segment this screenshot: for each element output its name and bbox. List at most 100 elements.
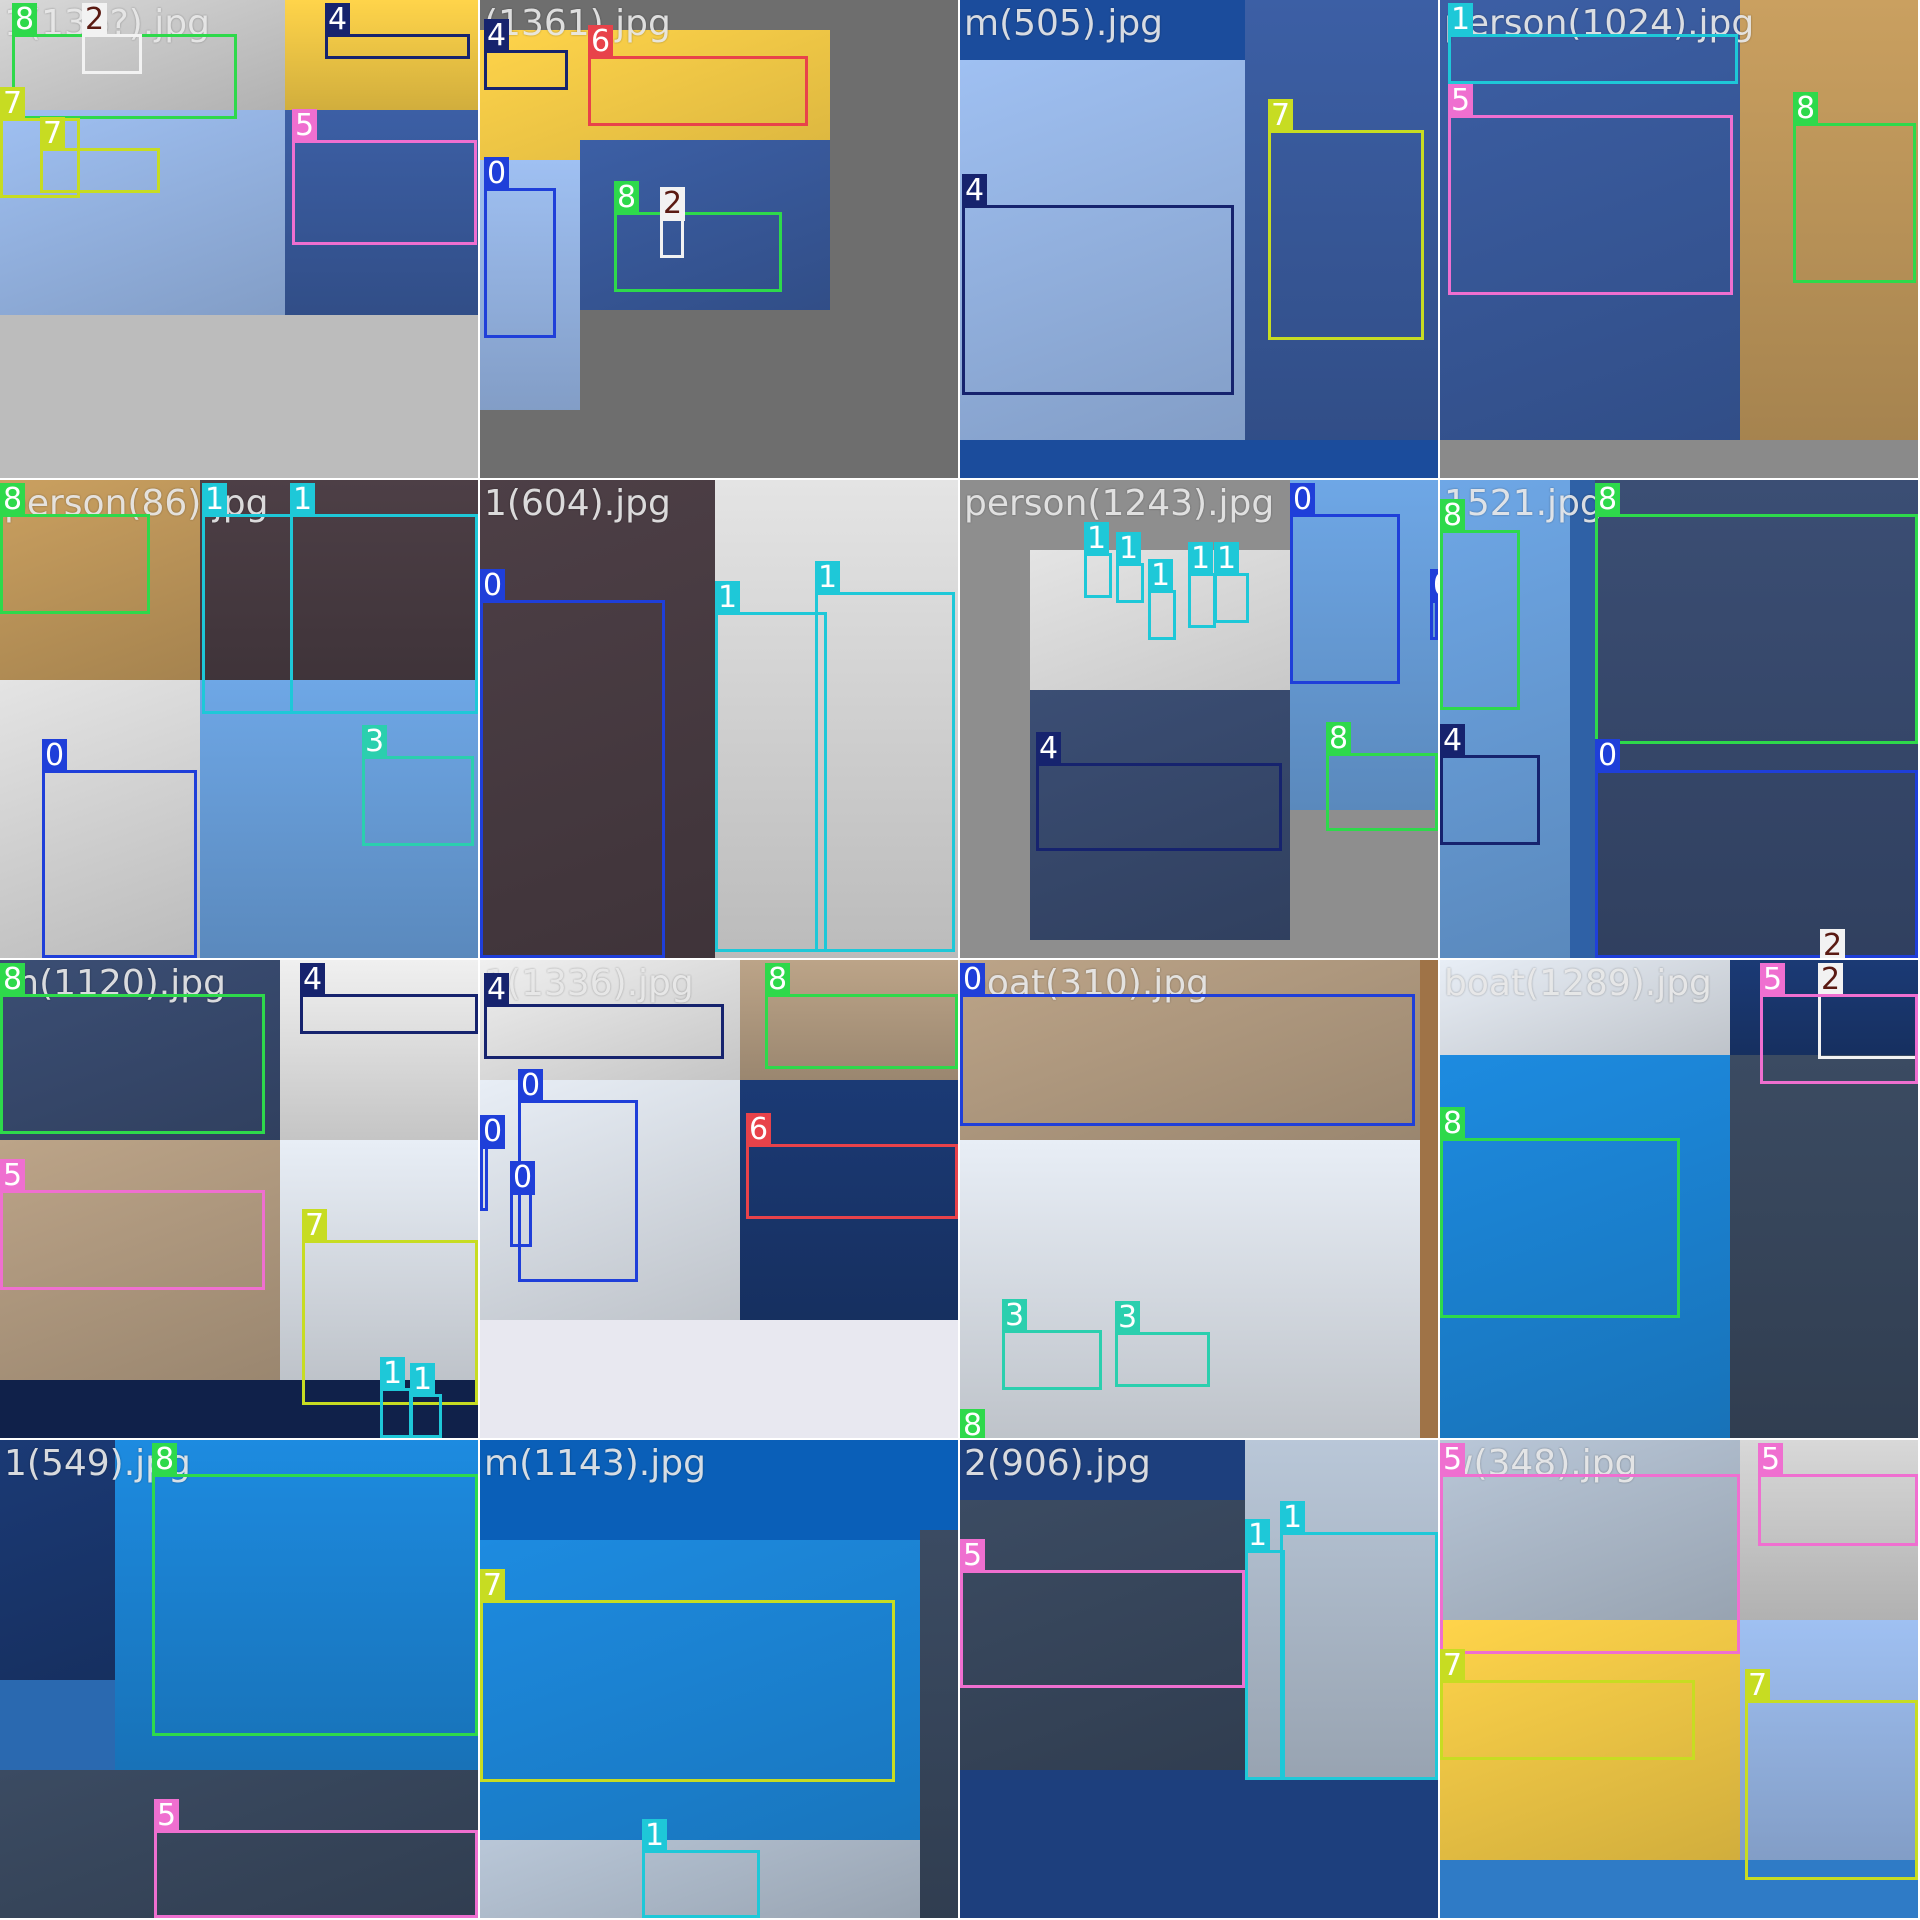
bounding-box: 5 — [1760, 963, 1918, 1084]
bounding-box: 7 — [1440, 1649, 1695, 1760]
bounding-box: 0 — [42, 739, 197, 958]
class-label-tag: 7 — [1440, 1649, 1466, 1683]
class-label-tag: 5 — [1760, 963, 1786, 997]
class-label-tag: 4 — [484, 973, 510, 1007]
class-label-tag: 4 — [1036, 732, 1062, 766]
bounding-box: 4 — [484, 973, 724, 1059]
image-crop — [1730, 1055, 1918, 1438]
bounding-box: 8 — [1326, 722, 1438, 831]
class-label-tag: 5 — [154, 1799, 180, 1833]
bounding-box: 1 — [1245, 1519, 1285, 1780]
mosaic-tile: m(505).jpg 4 7 — [960, 0, 1438, 478]
class-label-tag: 5 — [0, 1159, 26, 1193]
class-label-tag: 1 — [1214, 542, 1240, 576]
class-label-tag: 1 — [410, 1363, 436, 1397]
class-label-tag: 8 — [1440, 499, 1466, 533]
bounding-box: 8 — [1793, 92, 1916, 283]
mosaic-grid: 1(136?).jpg824775(1361).jpg46082m(505).j… — [0, 0, 1920, 1920]
class-label-tag: 0 — [1595, 739, 1621, 773]
bounding-box: 1 — [1280, 1501, 1438, 1780]
mosaic-tile: 2(906).jpg 5 1 1 — [960, 1440, 1438, 1918]
bounding-box: 1 — [1448, 3, 1738, 84]
class-label-tag: 2 — [1820, 929, 1846, 958]
class-label-tag: 5 — [1448, 84, 1474, 118]
mosaic-tile: boat(310).jpg 0 3 3 8 — [960, 960, 1438, 1438]
bounding-box: 1 — [410, 1363, 442, 1438]
bounding-box: 4 — [300, 963, 478, 1034]
class-label-tag: 4 — [325, 3, 351, 37]
class-label-tag: 2 — [82, 3, 108, 37]
class-label-tag: 0 — [510, 1161, 536, 1195]
bounding-box: 0 — [518, 1069, 638, 1282]
bounding-box: 8 — [1440, 1107, 1680, 1318]
bounding-box: 6 — [588, 25, 808, 126]
bounding-box: 7 — [40, 117, 160, 193]
bounding-box: 8 — [0, 963, 265, 1134]
class-label-tag: 0 — [480, 1115, 506, 1149]
class-label-tag: 1 — [1148, 559, 1174, 593]
bounding-box: 0 — [1430, 569, 1438, 640]
class-label-tag: 8 — [0, 483, 26, 517]
class-label-tag: 8 — [1793, 92, 1819, 126]
class-label-tag: 0 — [42, 739, 68, 773]
bounding-box: 8 — [1595, 483, 1918, 744]
bounding-box: 0 — [960, 963, 1415, 1126]
class-label-tag: 1 — [1116, 532, 1142, 566]
class-label-tag: 7 — [40, 117, 66, 151]
bounding-box: 5 — [154, 1799, 478, 1918]
image-filename-label: person(1243).jpg — [964, 483, 1275, 524]
image-crop — [0, 1440, 115, 1680]
mosaic-tile: m(1120).jpg 8 4 5 7 1 1 — [0, 960, 478, 1438]
bounding-box: 3 — [362, 725, 474, 846]
class-label-tag: 1 — [715, 581, 741, 615]
class-label-tag: 4 — [300, 963, 326, 997]
class-label-tag: 4 — [962, 174, 988, 208]
bounding-box: 3 — [1115, 1301, 1210, 1387]
class-label-tag: 0 — [1290, 483, 1316, 517]
class-label-tag: 8 — [1595, 483, 1621, 517]
bounding-box: 0 — [1290, 483, 1400, 684]
class-label-tag: 0 — [1430, 569, 1438, 603]
class-label-tag: 8 — [152, 1443, 178, 1477]
mosaic-tile: person(1243).jpg111110048 — [960, 480, 1438, 958]
bounding-box: 5 — [292, 109, 477, 245]
class-label-tag: 8 — [614, 181, 640, 215]
bounding-box: 8 — [0, 483, 150, 614]
bounding-box: 1 — [380, 1357, 412, 1438]
class-label-tag: 7 — [0, 87, 26, 121]
bounding-box: 1 — [715, 581, 827, 952]
bounding-box: 0 — [510, 1161, 536, 1247]
mosaic-tile: m(1143).jpg 7 1 — [480, 1440, 958, 1918]
image-crop — [1440, 960, 1730, 1055]
class-label-tag: 1 — [642, 1819, 668, 1853]
bounding-box: 8 — [614, 181, 782, 292]
bounding-box: 5 — [1440, 1443, 1740, 1654]
bounding-box: 1 — [642, 1819, 760, 1918]
class-label-tag: 8 — [0, 963, 26, 997]
class-label-tag: 8 — [765, 963, 791, 997]
bounding-box: 1 — [1116, 532, 1144, 603]
bounding-box: 7 — [480, 1569, 895, 1782]
bounding-box: 5 — [960, 1539, 1245, 1688]
mosaic-tile: 1521.jpg 8 8 4 0 2 — [1440, 480, 1918, 958]
grid-divider — [958, 0, 960, 1920]
mosaic-tile: boat(1289).jpg 2 8 5 — [1440, 960, 1918, 1438]
class-label-tag: 3 — [362, 725, 388, 759]
grid-divider — [0, 1438, 1920, 1440]
mosaic-tile: 1(549).jpg 8 5 — [0, 1440, 478, 1918]
mosaic-tile: 1(1336).jpg 8 4 0 0 0 6 — [480, 960, 958, 1438]
bounding-box: 4 — [325, 3, 470, 59]
bounding-box: 4 — [1440, 724, 1540, 845]
bounding-box: 2 — [660, 187, 686, 258]
class-label-tag: 1 — [1448, 3, 1474, 37]
image-crop — [920, 1530, 958, 1918]
bounding-box: 8 — [765, 963, 958, 1069]
class-label-tag: 8 — [1440, 1107, 1466, 1141]
class-label-tag: 6 — [746, 1113, 772, 1147]
image-filename-label: m(1143).jpg — [484, 1443, 706, 1484]
bounding-box: 1 — [1148, 559, 1176, 640]
class-label-tag: 1 — [1280, 1501, 1306, 1535]
mosaic-tile: person(1024).jpg 1 5 8 — [1440, 0, 1918, 478]
bounding-box: 0 — [480, 1115, 506, 1211]
image-crop — [960, 1140, 1420, 1438]
